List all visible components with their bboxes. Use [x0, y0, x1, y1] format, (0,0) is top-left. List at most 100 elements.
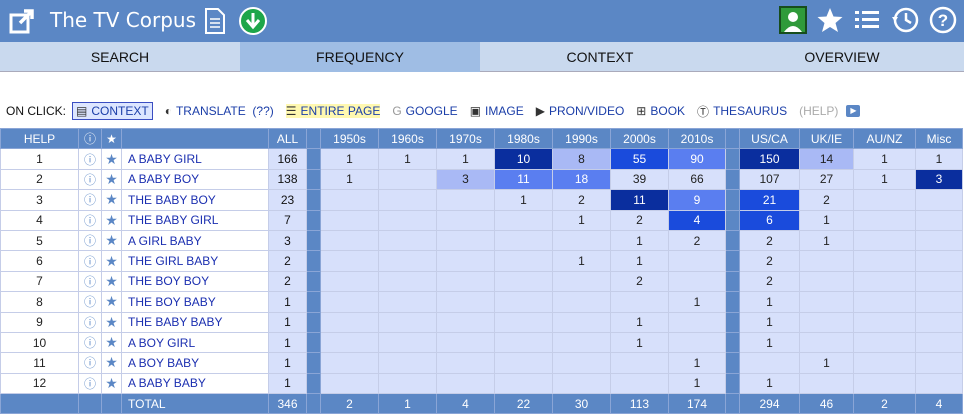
decade-count[interactable]: 10 — [494, 148, 553, 170]
region-count[interactable]: 6 — [739, 209, 800, 231]
tab-frequency[interactable]: FREQUENCY — [240, 42, 480, 72]
decade-count[interactable]: 2 — [610, 209, 669, 231]
decade-count[interactable]: 55 — [610, 148, 669, 170]
user-icon[interactable] — [779, 6, 807, 34]
decade-count[interactable]: 1 — [668, 372, 726, 395]
col-1950s[interactable]: 1950s — [320, 127, 379, 150]
decade-count[interactable]: 1 — [668, 291, 726, 313]
option-context[interactable]: ▤ CONTEXT — [72, 102, 153, 120]
decade-count[interactable]: 1 — [610, 331, 669, 354]
region-count[interactable]: 2 — [739, 229, 800, 252]
option-thesaurus[interactable]: Ⓣ THESAURUS — [697, 103, 787, 120]
decade-count[interactable]: 1 — [320, 148, 379, 170]
col-help[interactable]: HELP — [0, 127, 79, 150]
region-count[interactable]: 1 — [799, 229, 854, 252]
decade-count[interactable]: 1 — [610, 229, 669, 252]
history-icon[interactable] — [891, 6, 919, 34]
word-link[interactable]: THE BOY BOY — [121, 270, 269, 293]
star-icon[interactable]: ★ — [101, 311, 122, 333]
info-icon[interactable]: ⓘ — [78, 291, 102, 313]
decade-count[interactable]: 1 — [610, 311, 669, 333]
tab-search[interactable]: SEARCH — [0, 42, 240, 72]
col-1980s[interactable]: 1980s — [494, 127, 553, 150]
all-count[interactable]: 2 — [268, 250, 307, 272]
star-icon[interactable]: ★ — [101, 250, 122, 272]
col-au-nz[interactable]: AU/NZ — [853, 127, 916, 150]
star-icon[interactable]: ★ — [101, 331, 122, 354]
word-link[interactable]: A GIRL BABY — [121, 229, 269, 252]
decade-count[interactable]: 9 — [668, 189, 726, 211]
region-count[interactable]: 1 — [739, 331, 800, 354]
region-count[interactable]: 150 — [739, 148, 800, 170]
col-1960s[interactable]: 1960s — [378, 127, 437, 150]
region-count[interactable]: 1 — [915, 148, 963, 170]
col-all[interactable]: ALL — [268, 127, 307, 150]
region-count[interactable]: 2 — [799, 189, 854, 211]
region-count[interactable]: 2 — [739, 250, 800, 272]
info-icon[interactable]: ⓘ — [78, 250, 102, 272]
all-count[interactable]: 1 — [268, 352, 307, 374]
info-icon[interactable]: ⓘ — [78, 352, 102, 374]
star-icon[interactable]: ★ — [101, 189, 122, 211]
col-2000s[interactable]: 2000s — [610, 127, 669, 150]
star-icon[interactable]: ★ — [101, 352, 122, 374]
info-icon[interactable]: ⓘ — [78, 229, 102, 252]
region-count[interactable]: 107 — [739, 168, 800, 191]
info-icon[interactable]: ⓘ — [78, 189, 102, 211]
region-count[interactable]: 1 — [853, 148, 916, 170]
info-icon[interactable]: ⓘ — [78, 372, 102, 395]
document-icon[interactable] — [204, 7, 226, 35]
decade-count[interactable]: 8 — [552, 148, 611, 170]
info-icon[interactable]: ⓘ — [78, 209, 102, 231]
info-icon[interactable]: ⓘ — [78, 311, 102, 333]
word-link[interactable]: A BOY BABY — [121, 352, 269, 374]
decade-count[interactable]: 1 — [610, 250, 669, 272]
region-count[interactable]: 3 — [915, 168, 963, 191]
play-video-icon[interactable]: ▶ — [846, 105, 861, 117]
download-icon[interactable] — [238, 6, 268, 36]
option-image[interactable]: ▣ IMAGE — [470, 104, 524, 118]
col-uk-ie[interactable]: UK/IE — [799, 127, 854, 150]
region-count[interactable]: 1 — [739, 291, 800, 313]
decade-count[interactable]: 1 — [668, 352, 726, 374]
decade-count[interactable]: 3 — [436, 168, 495, 191]
decade-count[interactable]: 1 — [494, 189, 553, 211]
all-count[interactable]: 2 — [268, 270, 307, 293]
option-google[interactable]: G GOOGLE — [392, 104, 457, 118]
col-misc[interactable]: Misc — [915, 127, 963, 150]
help-link[interactable]: (HELP) — [799, 104, 838, 118]
option-translate[interactable]: ◐ TRANSLATE (??) — [165, 104, 274, 118]
all-count[interactable]: 1 — [268, 311, 307, 333]
decade-count[interactable]: 1 — [552, 209, 611, 231]
star-icon[interactable]: ★ — [101, 291, 122, 313]
translate-help-link[interactable]: (??) — [252, 104, 273, 118]
star-icon[interactable]: ★ — [101, 229, 122, 252]
region-count[interactable]: 1 — [799, 352, 854, 374]
all-count[interactable]: 3 — [268, 229, 307, 252]
word-link[interactable]: THE GIRL BABY — [121, 250, 269, 272]
star-icon[interactable] — [816, 6, 844, 34]
star-icon[interactable]: ★ — [101, 148, 122, 170]
star-icon[interactable]: ★ — [101, 270, 122, 293]
col-us-ca[interactable]: US/CA — [739, 127, 800, 150]
info-icon[interactable]: ⓘ — [78, 270, 102, 293]
region-count[interactable]: 2 — [739, 270, 800, 293]
tab-overview[interactable]: OVERVIEW — [720, 42, 964, 72]
decade-count[interactable]: 1 — [552, 250, 611, 272]
star-icon[interactable]: ★ — [101, 209, 122, 231]
decade-count[interactable]: 1 — [436, 148, 495, 170]
all-count[interactable]: 7 — [268, 209, 307, 231]
option-entire-page[interactable]: ☰ ENTIRE PAGE — [285, 104, 381, 118]
all-count[interactable]: 138 — [268, 168, 307, 191]
region-count[interactable]: 27 — [799, 168, 854, 191]
region-count[interactable]: 1 — [739, 372, 800, 395]
all-count[interactable]: 1 — [268, 331, 307, 354]
info-icon[interactable]: ⓘ — [78, 148, 102, 170]
star-icon[interactable]: ★ — [101, 372, 122, 395]
decade-count[interactable]: 11 — [610, 189, 669, 211]
region-count[interactable]: 1 — [799, 209, 854, 231]
all-count[interactable]: 1 — [268, 291, 307, 313]
word-link[interactable]: THE BABY BABY — [121, 311, 269, 333]
star-icon[interactable]: ★ — [101, 168, 122, 191]
info-icon[interactable]: ⓘ — [78, 168, 102, 191]
